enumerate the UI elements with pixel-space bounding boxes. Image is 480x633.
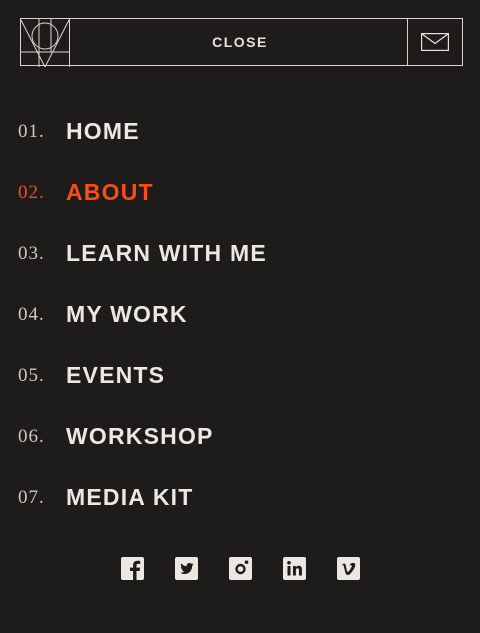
nav-item-label: MY WORK xyxy=(66,301,188,327)
linkedin-icon xyxy=(282,557,306,580)
facebook-icon xyxy=(120,557,144,580)
nav-item-number: 06. xyxy=(18,425,45,447)
nav-item-number: 02. xyxy=(18,181,45,203)
twitter-link[interactable] xyxy=(174,557,198,580)
facebook-link[interactable] xyxy=(120,557,144,580)
vimeo-link[interactable] xyxy=(336,557,360,580)
nav-item-workshop[interactable]: 06. WORKSHOP xyxy=(18,406,458,467)
pin-logo-icon xyxy=(21,19,69,67)
nav-item-label: MEDIA KIT xyxy=(66,484,194,510)
nav-item-label: WORKSHOP xyxy=(66,423,214,449)
instagram-link[interactable] xyxy=(228,557,252,580)
mail-button[interactable] xyxy=(407,19,462,65)
envelope-icon xyxy=(421,33,449,51)
nav-item-number: 05. xyxy=(18,364,45,386)
instagram-icon xyxy=(228,557,252,580)
social-links xyxy=(0,557,480,585)
nav-item-events[interactable]: 05. EVENTS xyxy=(18,345,458,406)
twitter-icon xyxy=(174,557,198,580)
linkedin-link[interactable] xyxy=(282,557,306,580)
menu-header: CLOSE xyxy=(20,18,463,67)
nav-item-label: EVENTS xyxy=(66,362,166,388)
nav-item-number: 04. xyxy=(18,303,45,325)
nav-item-number: 07. xyxy=(18,486,45,508)
nav-item-number: 03. xyxy=(18,242,45,264)
nav-item-about[interactable]: 02. ABOUT xyxy=(18,162,458,223)
nav-item-learn-with-me[interactable]: 03. LEARN WITH ME xyxy=(18,223,458,284)
nav-item-home[interactable]: 01. HOME xyxy=(18,101,458,162)
logo[interactable] xyxy=(21,19,70,67)
nav-item-media-kit[interactable]: 07. MEDIA KIT xyxy=(18,467,458,528)
vimeo-icon xyxy=(336,557,360,580)
nav-item-label: HOME xyxy=(66,118,140,144)
nav-item-number: 01. xyxy=(18,120,45,142)
nav-item-label: LEARN WITH ME xyxy=(66,240,267,266)
nav-item-my-work[interactable]: 04. MY WORK xyxy=(18,284,458,345)
nav-item-label: ABOUT xyxy=(66,179,154,205)
main-menu: 01. HOME 02. ABOUT 03. LEARN WITH ME 04.… xyxy=(18,101,458,528)
close-button[interactable]: CLOSE xyxy=(70,19,410,65)
